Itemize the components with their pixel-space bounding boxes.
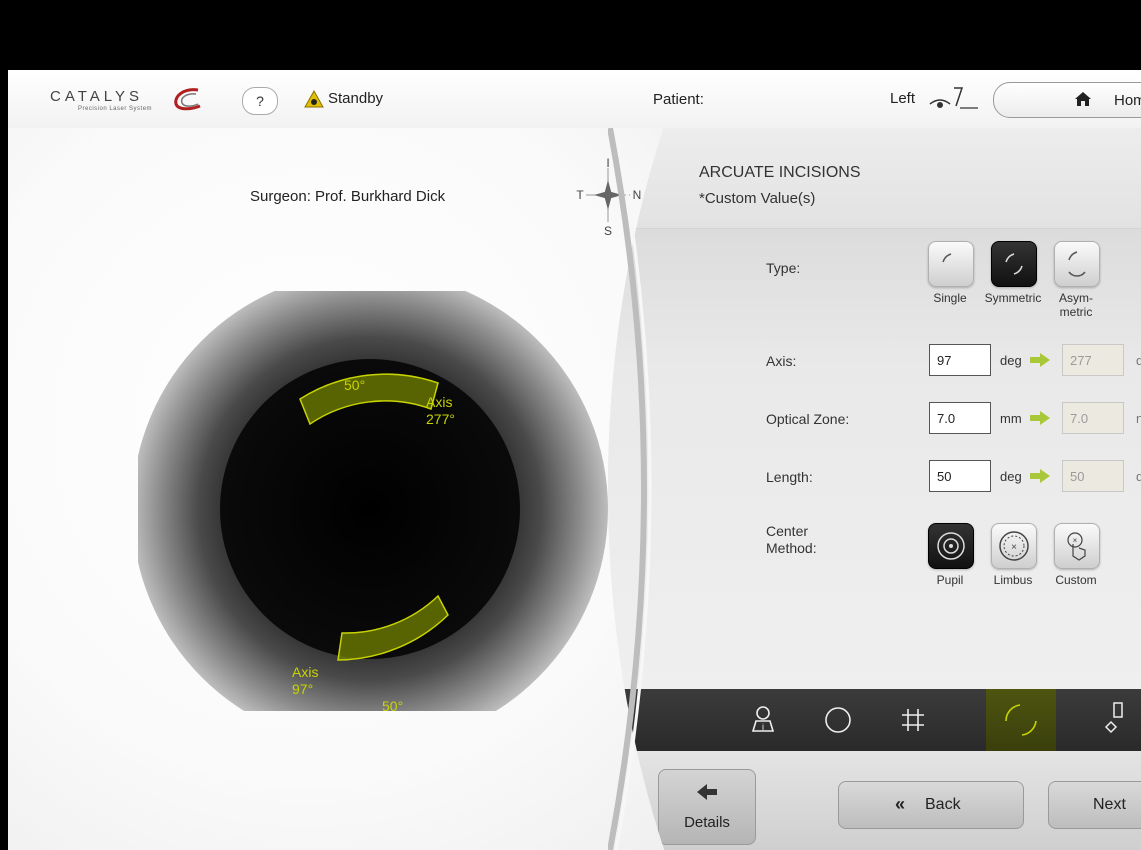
upper-axis-value: 277°: [426, 411, 455, 427]
settings-content: ARCUATE INCISIONS *Custom Value(s) Type:: [608, 128, 1141, 850]
lower-axis-value: 97°: [292, 681, 313, 697]
logo-swoosh-icon: [174, 88, 201, 111]
details-label: Details: [684, 814, 730, 831]
symmetric-incision-icon: [1005, 253, 1023, 275]
left-eye-icon: [929, 87, 978, 109]
next-button[interactable]: Next: [1048, 781, 1141, 829]
length-mirror-unit: d: [1136, 469, 1141, 484]
procedure-tab-bar: i: [608, 689, 1141, 751]
optical-zone-label: Optical Zone:: [766, 411, 850, 427]
type-single-caption: Single: [933, 291, 967, 305]
optical-zone-unit: mm: [1000, 411, 1022, 426]
type-asymmetric-button[interactable]: [1054, 241, 1100, 287]
eye-side-label: Left: [890, 90, 916, 107]
length-input[interactable]: 50: [929, 460, 991, 492]
center-method-label: Center Method:: [766, 523, 817, 556]
details-button[interactable]: Details: [658, 769, 756, 845]
optical-zone-mirror-unit: n: [1136, 411, 1141, 426]
optical-zone-input[interactable]: 7.0: [929, 402, 991, 434]
home-button[interactable]: Home: [993, 82, 1141, 118]
arcuate-icon: [1005, 704, 1037, 736]
svg-text:×: ×: [1073, 536, 1078, 545]
marker-icon: [1104, 702, 1123, 734]
length-mirror-field: 50: [1062, 460, 1124, 492]
type-single-button[interactable]: [928, 241, 974, 287]
settings-form: Type: Single Symmetric Asym- metric Axis…: [608, 229, 1141, 689]
patient-label: Patient:: [653, 91, 704, 108]
optical-zone-mirror-field: 7.0: [1062, 402, 1124, 434]
axis-mirror-arrow-icon: [1030, 353, 1050, 367]
axis-label: Axis:: [766, 353, 797, 369]
length-unit: deg: [1000, 469, 1022, 484]
compass-left-label: T: [576, 188, 584, 202]
surgeon-name: Surgeon: Prof. Burkhard Dick: [250, 188, 446, 205]
back-button[interactable]: « Back: [838, 781, 1024, 829]
help-button[interactable]: ?: [242, 87, 278, 115]
status-text: Standby: [328, 90, 384, 107]
settings-header: ARCUATE INCISIONS *Custom Value(s): [608, 128, 1141, 229]
eye-diagram[interactable]: 50° Axis 277° Axis 97° 50°: [138, 291, 618, 711]
optical-zone-mirror-arrow-icon: [1030, 411, 1050, 425]
patient-info-icon: i: [751, 706, 775, 732]
navigation-bar: Details « Back Next: [608, 751, 1141, 850]
letterbox-left: [0, 0, 8, 850]
logo-tagline: Precision Laser System: [78, 106, 153, 112]
back-chevron-icon: «: [895, 794, 906, 814]
compass-top-label: I: [606, 158, 609, 170]
settings-title: ARCUATE INCISIONS: [699, 164, 861, 181]
app-window: CATALYS Precision Laser System ? Standby…: [8, 70, 1141, 850]
next-label: Next: [1093, 796, 1126, 813]
back-label: Back: [925, 796, 961, 813]
header-bar: CATALYS Precision Laser System ? Standby…: [8, 70, 1141, 129]
custom-center-hand-icon: ×: [1067, 532, 1086, 561]
asymmetric-incision-icon: [1068, 251, 1086, 277]
tab-fragmentation[interactable]: [878, 689, 948, 751]
home-icon: [1075, 92, 1091, 106]
type-asymmetric-caption: Asym- metric: [1059, 291, 1093, 319]
pupil-center-icon: [937, 532, 965, 560]
compass-bottom-label: S: [604, 224, 612, 238]
length-label: Length:: [766, 469, 813, 485]
axis-input[interactable]: 97: [929, 344, 991, 376]
svg-text:i: i: [762, 722, 764, 732]
single-incision-icon: [942, 253, 952, 263]
svg-text:×: ×: [1011, 542, 1017, 553]
compass-right-label: N: [633, 188, 642, 202]
eye-view-panel: Surgeon: Prof. Burkhard Dick I S T N 50°…: [8, 128, 708, 850]
upper-axis-label: Axis: [426, 394, 452, 410]
tab-arcuate-incisions[interactable]: [986, 689, 1056, 751]
catalys-logo: CATALYS Precision Laser System: [50, 86, 210, 116]
type-symmetric-button[interactable]: [991, 241, 1037, 287]
center-limbus-caption: Limbus: [993, 573, 1033, 587]
type-symmetric-caption: Symmetric: [984, 291, 1042, 305]
settings-panel: ARCUATE INCISIONS *Custom Value(s) Type:: [608, 128, 1141, 850]
circle-icon: [825, 707, 851, 733]
center-pupil-caption: Pupil: [936, 573, 964, 587]
tab-marker[interactable]: [1078, 689, 1141, 751]
center-limbus-button[interactable]: ×: [991, 523, 1037, 569]
limbus-center-icon: ×: [999, 531, 1029, 561]
axis-mirror-field: 277: [1062, 344, 1124, 376]
axis-unit: deg: [1000, 353, 1022, 368]
return-arrow-icon: [697, 784, 717, 800]
type-label: Type:: [766, 260, 801, 276]
settings-subtitle: *Custom Value(s): [699, 190, 816, 207]
letterbox-top: [0, 0, 1141, 70]
upper-length-label: 50°: [344, 377, 365, 393]
center-pupil-button[interactable]: [928, 523, 974, 569]
grid-icon: [902, 709, 924, 731]
length-mirror-arrow-icon: [1030, 469, 1050, 483]
tab-capsulotomy[interactable]: [803, 689, 873, 751]
center-custom-caption: Custom: [1055, 573, 1097, 587]
center-custom-button[interactable]: ×: [1054, 523, 1100, 569]
home-label: Home: [1114, 92, 1141, 109]
tab-patient-info[interactable]: i: [728, 689, 798, 751]
warning-icon: [304, 90, 324, 108]
logo-text: CATALYS: [50, 88, 144, 105]
lower-axis-label: Axis: [292, 664, 318, 680]
lower-length-label: 50°: [382, 698, 403, 711]
axis-mirror-unit: d: [1136, 353, 1141, 368]
pupil: [220, 359, 520, 659]
